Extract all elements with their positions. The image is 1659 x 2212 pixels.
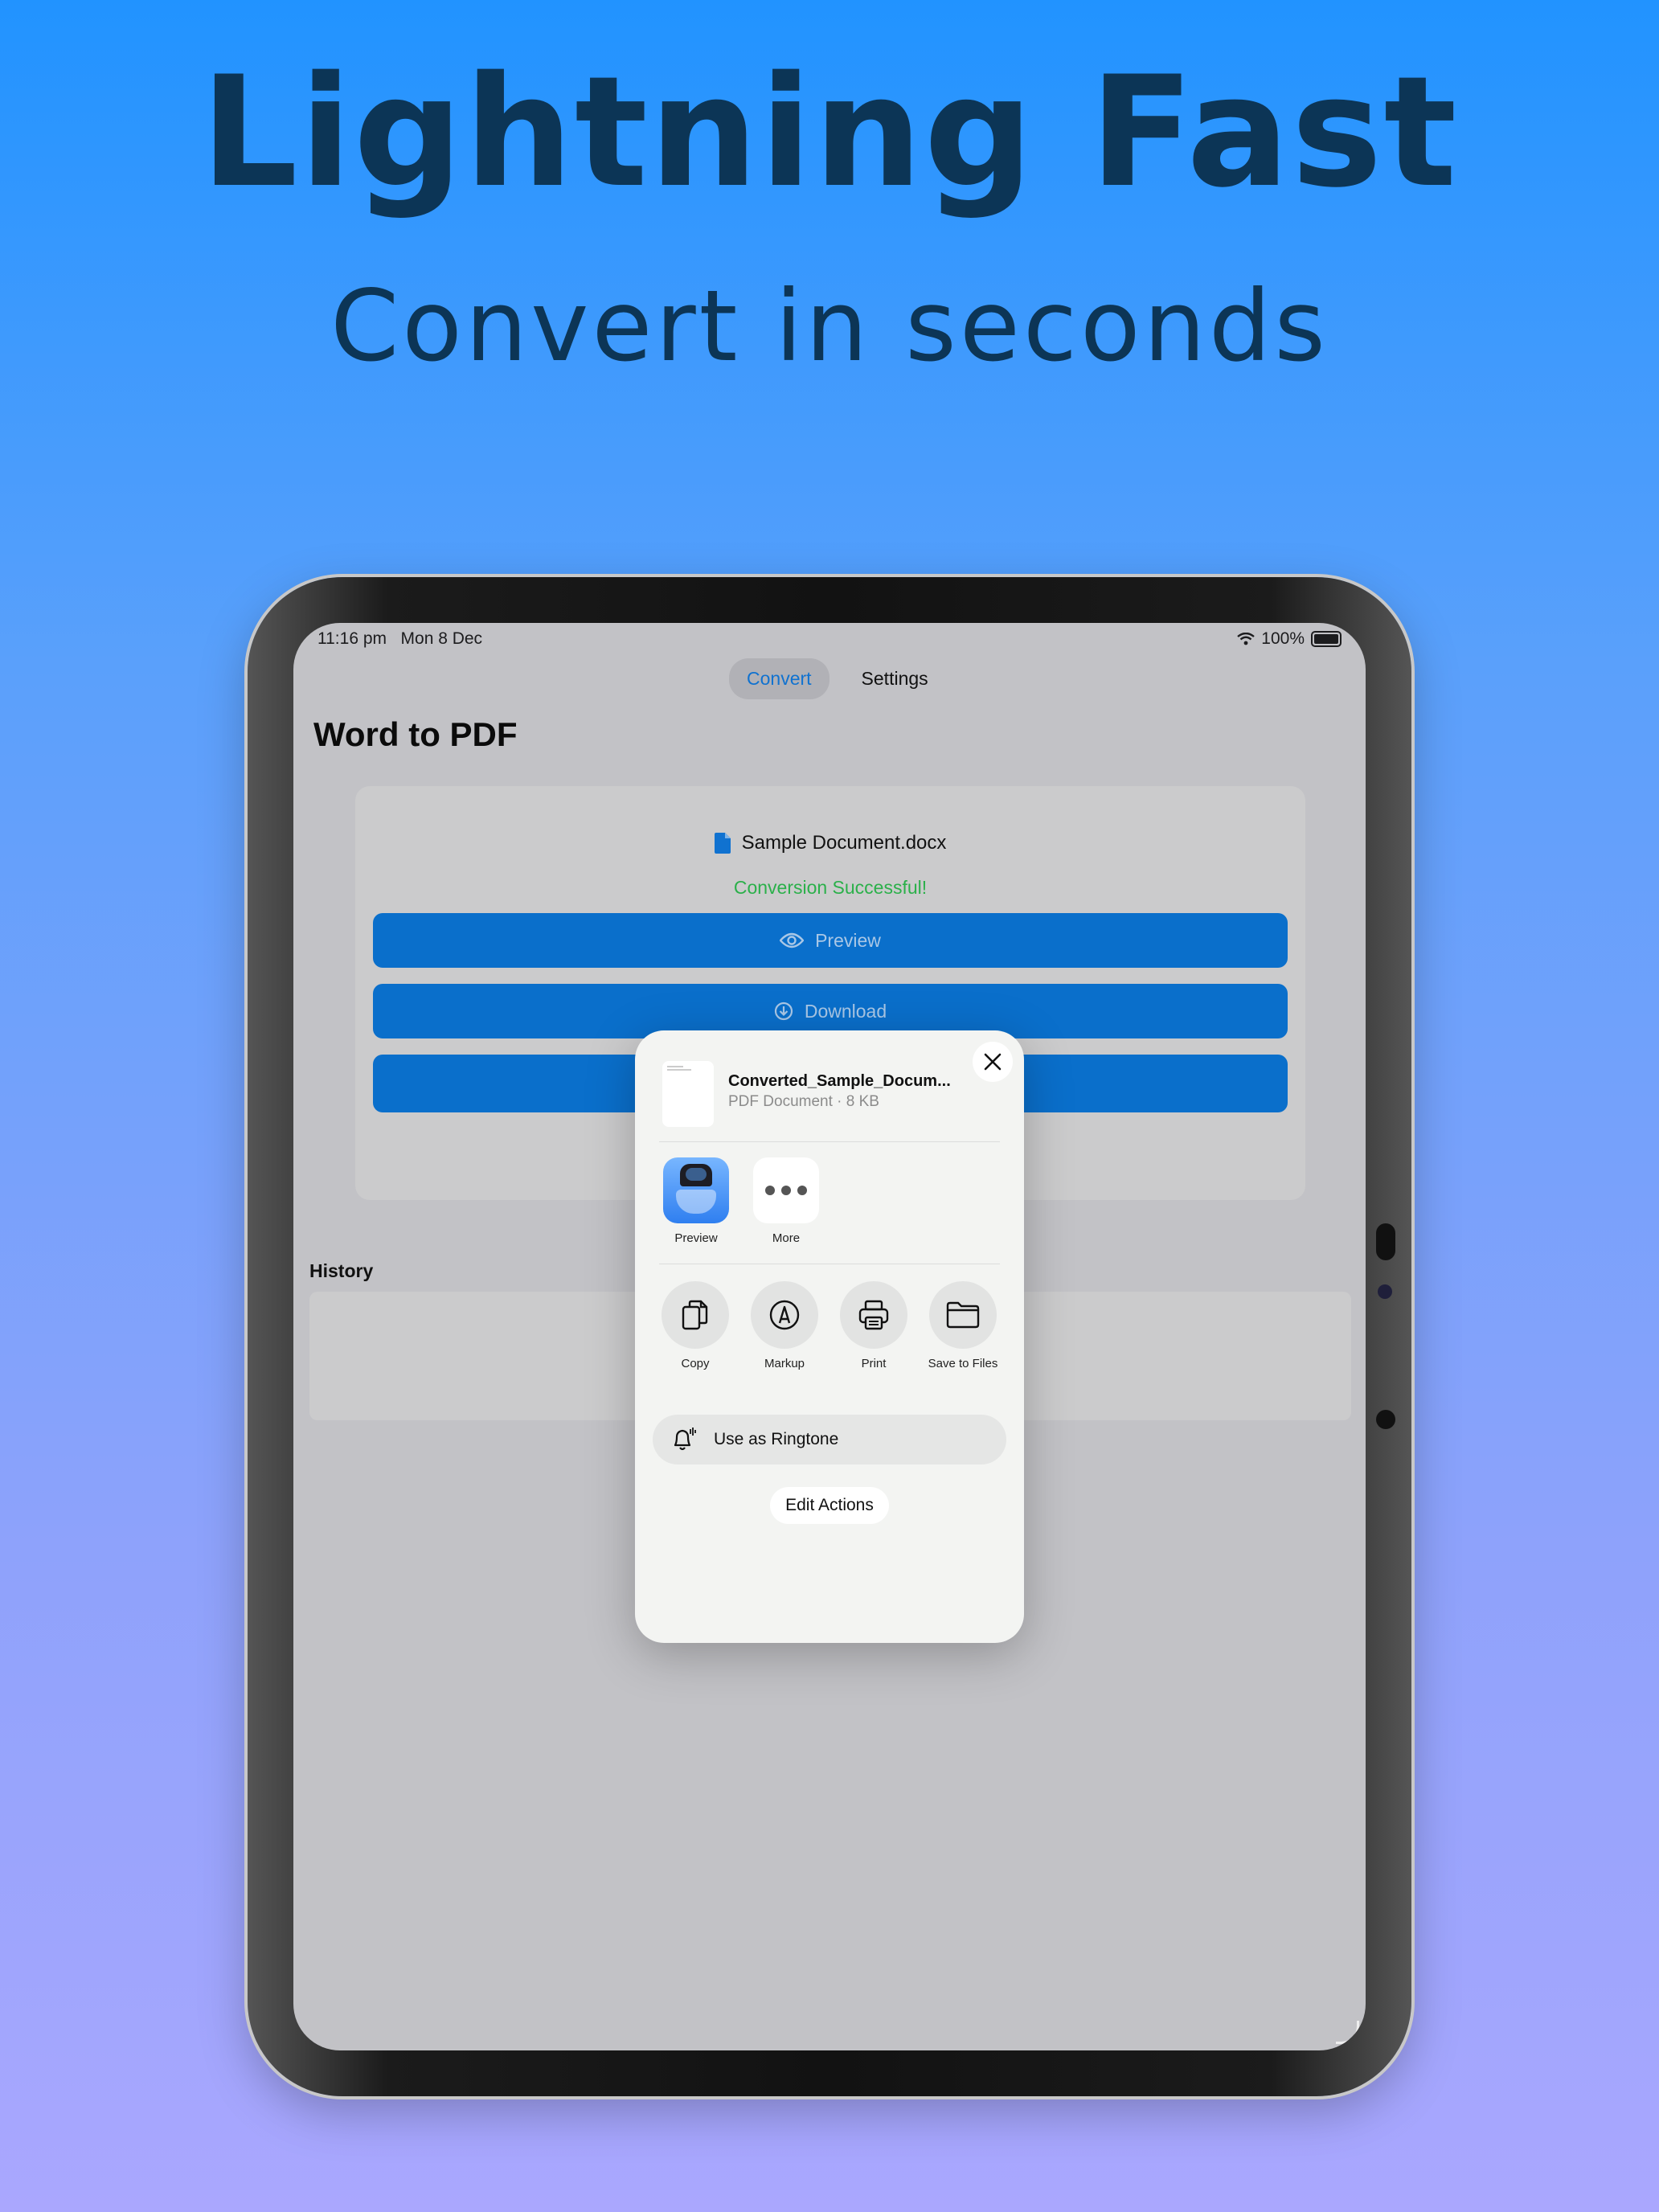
status-time: 11:16 pm	[317, 629, 387, 648]
side-button	[1376, 1223, 1395, 1260]
thumbnail-lines	[667, 1066, 691, 1071]
action-print[interactable]: Print	[830, 1281, 918, 1370]
bell-icon	[674, 1428, 696, 1451]
divider	[659, 1141, 1000, 1142]
status-bar-right: 100%	[1237, 629, 1342, 649]
segmented-tabs: Convert Settings	[729, 658, 946, 699]
action-copy[interactable]: Copy	[651, 1281, 739, 1370]
action-copy-label: Copy	[681, 1357, 710, 1370]
tab-settings[interactable]: Settings	[844, 658, 946, 699]
share-file-meta: PDF Document · 8 KB	[728, 1093, 879, 1110]
hero-subtitle: Convert in seconds	[330, 269, 1329, 383]
page-title: Word to PDF	[313, 715, 518, 753]
app-preview[interactable]: Preview	[662, 1157, 730, 1245]
action-save-to-files-label: Save to Files	[928, 1357, 998, 1370]
app-more-label: More	[772, 1231, 801, 1245]
share-sheet: Converted_Sample_Docum... PDF Document ·…	[635, 1030, 1024, 1643]
file-thumbnail	[662, 1061, 714, 1127]
file-name: Sample Document.docx	[741, 832, 947, 854]
eye-icon	[780, 932, 805, 948]
app-more[interactable]: More	[752, 1157, 820, 1245]
print-icon	[858, 1300, 889, 1330]
share-file-name: Converted_Sample_Docum...	[728, 1072, 951, 1090]
markup-icon-circle	[751, 1281, 818, 1349]
action-print-label: Print	[861, 1357, 887, 1370]
copy-icon-circle	[662, 1281, 729, 1349]
use-as-ringtone-button[interactable]: Use as Ringtone	[653, 1415, 1006, 1464]
conversion-status: Conversion Successful!	[733, 877, 928, 898]
status-date: Mon 8 Dec	[400, 629, 483, 648]
preview-button-label: Preview	[815, 929, 881, 951]
copy-icon	[682, 1300, 708, 1330]
preview-button[interactable]: Preview	[373, 913, 1288, 968]
battery-percent: 100%	[1261, 629, 1305, 648]
wifi-icon	[1237, 633, 1256, 645]
status-bar-time: 11:16 pm Mon 8 Dec	[317, 629, 482, 649]
history-heading: History	[309, 1260, 374, 1281]
action-markup-label: Markup	[764, 1357, 805, 1370]
preview-app-icon	[663, 1157, 729, 1223]
print-icon-circle	[840, 1281, 907, 1349]
edit-actions-button[interactable]: Edit Actions	[770, 1487, 889, 1524]
markup-icon	[769, 1300, 800, 1330]
action-save-to-files[interactable]: Save to Files	[919, 1281, 1007, 1370]
more-icon	[753, 1157, 819, 1223]
tab-convert[interactable]: Convert	[729, 658, 830, 699]
download-icon	[774, 1002, 793, 1021]
hero-title: Lightning Fast	[200, 43, 1459, 221]
camera	[1378, 1284, 1392, 1299]
action-markup[interactable]: Markup	[740, 1281, 829, 1370]
close-icon	[984, 1053, 1002, 1071]
side-dot	[1376, 1410, 1395, 1429]
use-as-ringtone-label: Use as Ringtone	[714, 1430, 839, 1448]
document-icon	[714, 833, 731, 854]
close-button[interactable]	[973, 1042, 1013, 1082]
folder-icon	[946, 1301, 980, 1329]
app-preview-label: Preview	[674, 1231, 718, 1245]
battery-icon	[1311, 631, 1342, 647]
file-row: Sample Document.docx	[355, 832, 1305, 854]
download-button-label: Download	[804, 1000, 887, 1022]
folder-icon-circle	[929, 1281, 997, 1349]
